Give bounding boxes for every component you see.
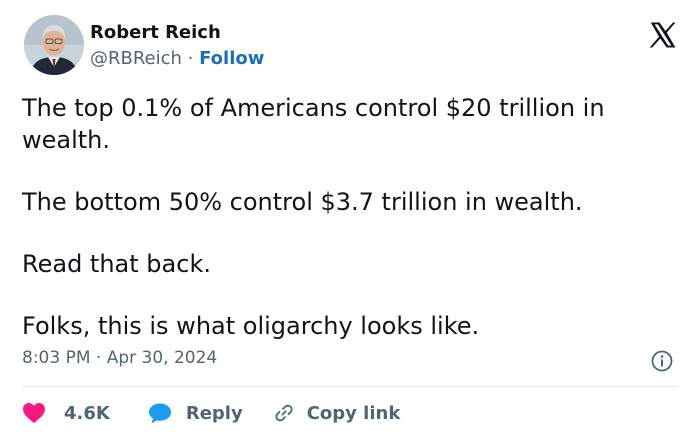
tweet-paragraph: Read that back.: [22, 250, 211, 278]
reply-label: Reply: [185, 402, 243, 424]
author-handle-line: @RBReich · Follow: [90, 48, 264, 69]
info-icon[interactable]: [650, 349, 674, 373]
heart-icon: [23, 403, 45, 423]
avatar-portrait: [24, 15, 84, 75]
follow-button[interactable]: Follow: [199, 48, 264, 69]
handle-separator: ·: [181, 48, 200, 69]
x-logo-icon[interactable]: [648, 20, 678, 50]
like-button[interactable]: 4.6K: [22, 402, 110, 424]
speech-bubble-icon: [148, 403, 171, 424]
tweet-card: Robert Reich @RBReich · Follow The top 0…: [0, 0, 700, 440]
like-count: 4.6K: [64, 402, 110, 424]
reply-button[interactable]: Reply: [148, 402, 243, 424]
copy-link-label: Copy link: [306, 402, 401, 424]
author-handle[interactable]: @RBReich: [90, 48, 182, 69]
tweet-paragraph: The top 0.1% of Americans control $20 tr…: [22, 94, 605, 154]
link-icon: [275, 404, 293, 422]
tweet-body: The top 0.1% of Americans control $20 tr…: [22, 92, 672, 372]
avatar[interactable]: [24, 15, 84, 75]
copy-link-button[interactable]: Copy link: [273, 402, 401, 424]
action-bar: 4.6K Reply Copy link: [22, 397, 400, 429]
tweet-paragraph: The bottom 50% control $3.7 trillion in …: [22, 188, 583, 216]
author-name[interactable]: Robert Reich: [90, 22, 221, 43]
tweet-timestamp[interactable]: 8:03 PM · Apr 30, 2024: [22, 348, 217, 368]
tweet-paragraph: Folks, this is what oligarchy looks like…: [22, 312, 480, 340]
divider: [22, 386, 678, 387]
